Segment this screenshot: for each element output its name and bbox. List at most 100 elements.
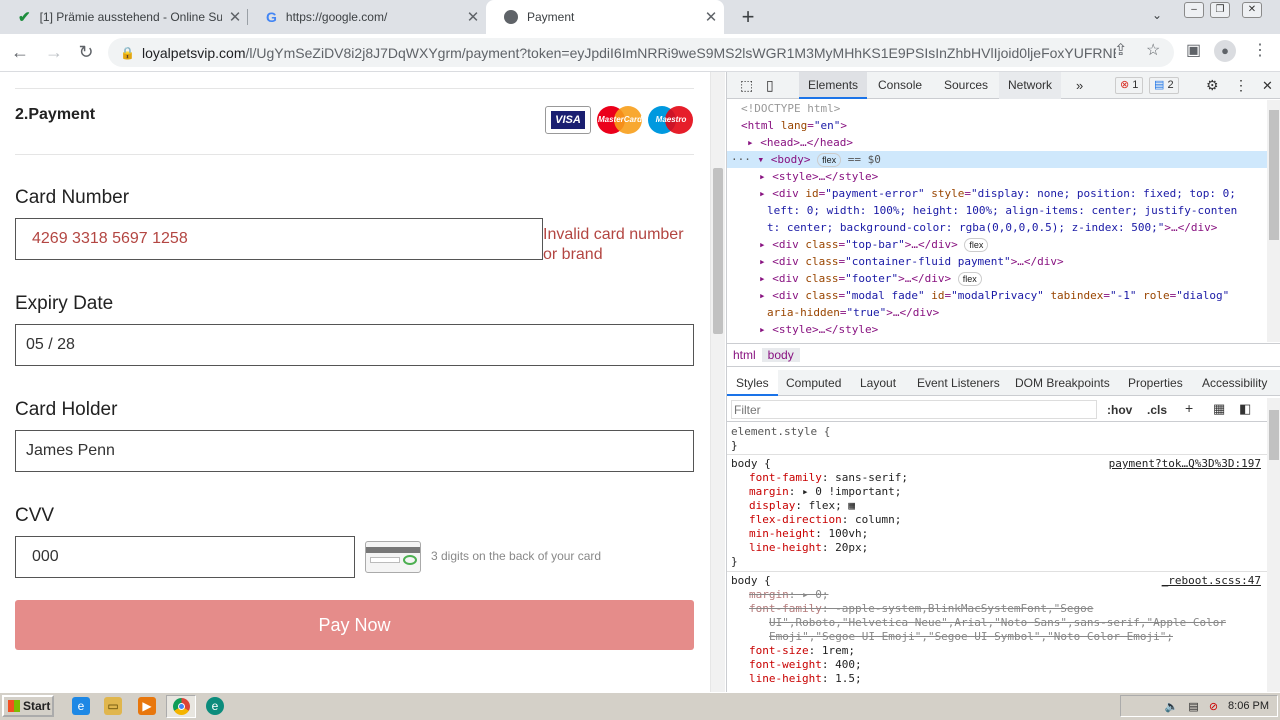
close-icon[interactable]: ✕	[698, 8, 724, 26]
share-icon[interactable]: ⇪	[1114, 40, 1127, 60]
restore-icon[interactable]: ❐	[1210, 2, 1230, 18]
reload-icon[interactable]: ↻	[72, 38, 100, 66]
tab-google[interactable]: G https://google.com/ ✕	[248, 0, 486, 34]
tab-properties[interactable]: Properties	[1119, 370, 1192, 396]
dom-line[interactable]: ▸ <head>…</head>	[727, 134, 1267, 151]
system-tray: 🔈 ▤ ⊘ 8:06 PM	[1120, 695, 1278, 717]
cvv-input[interactable]: 000	[15, 536, 355, 578]
dom-line[interactable]: ▸ <div class="footer">…</div> flex	[727, 270, 1267, 287]
pay-now-button[interactable]: Pay Now	[15, 600, 694, 650]
security-icon[interactable]: ⊘	[1209, 700, 1218, 713]
dom-line[interactable]: ▸ <div class="modal fade" id="modalPriva…	[727, 287, 1267, 304]
page-scrollbar[interactable]	[710, 72, 725, 692]
folder-icon[interactable]: ▭	[104, 697, 122, 715]
cvv-hint: 3 digits on the back of your card	[431, 549, 602, 563]
tab-payment[interactable]: Payment ✕	[486, 0, 724, 34]
dom-line[interactable]: ▸ <div class="container-fluid payment">……	[727, 253, 1267, 270]
network-icon[interactable]: ▤	[1188, 700, 1198, 713]
volume-icon[interactable]: 🔈	[1165, 700, 1179, 713]
dom-line[interactable]: ▸ <style>…</style>	[727, 168, 1267, 185]
toggle-sidebar-icon[interactable]: ◧	[1239, 401, 1251, 417]
close-devtools-icon[interactable]: ✕	[1253, 72, 1280, 99]
tab-layout[interactable]: Layout	[851, 370, 905, 396]
expiry-date-input[interactable]: 05 / 28	[15, 324, 694, 366]
device-toolbar-icon[interactable]: ▯	[757, 72, 783, 99]
tab-network[interactable]: Network	[999, 72, 1062, 99]
new-tab-icon[interactable]: +	[737, 4, 759, 30]
message-icon: ▤	[1154, 79, 1165, 91]
tab-accessibility[interactable]: Accessibility	[1193, 370, 1276, 396]
bookmark-star-icon[interactable]: ☆	[1146, 40, 1160, 60]
maestro-label: Maestro	[655, 115, 687, 124]
styles-pane: element.style { } payment?tok…Q%3D%3D:19…	[727, 423, 1267, 693]
rule-body-inline: payment?tok…Q%3D%3D:197 body { font-fami…	[727, 455, 1267, 572]
dom-scrollbar[interactable]	[1267, 100, 1280, 342]
minimize-icon[interactable]: –	[1184, 2, 1204, 18]
rule-source-link[interactable]: payment?tok…Q%3D%3D:197	[1109, 457, 1261, 471]
more-tabs-icon[interactable]: »	[1067, 72, 1092, 99]
google-icon: G	[266, 9, 277, 25]
dom-line[interactable]: ▸ <style>…</style>	[727, 321, 1267, 338]
menu-icon[interactable]: ⋮	[1252, 40, 1268, 60]
scrollbar-thumb[interactable]	[713, 168, 723, 334]
rule-element-style: element.style { }	[727, 423, 1267, 455]
hov-toggle[interactable]: :hov	[1107, 403, 1132, 417]
tab-title: https://google.com/	[285, 10, 388, 24]
tab-computed[interactable]: Computed	[777, 370, 850, 396]
error-count[interactable]: ⊗ 1	[1115, 77, 1144, 94]
tab-console[interactable]: Console	[869, 72, 931, 99]
dom-line[interactable]: <!DOCTYPE html>	[727, 100, 1267, 117]
message-count[interactable]: ▤ 2	[1149, 77, 1179, 94]
ie-icon[interactable]: e	[72, 697, 90, 715]
settings-gear-icon[interactable]: ⚙	[1197, 72, 1228, 99]
mastercard-icon: MasterCard	[597, 106, 643, 134]
card-number-input[interactable]: 4269 3318 5697 1258	[15, 218, 543, 260]
dom-line[interactable]: ▸ <div id="payment-error" style="display…	[727, 185, 1267, 202]
cls-toggle[interactable]: .cls	[1147, 403, 1167, 417]
breadcrumb-html[interactable]: html	[727, 348, 762, 362]
card-holder-label: Card Holder	[15, 399, 118, 420]
add-rule-icon[interactable]: +	[1185, 400, 1193, 416]
visa-label: VISA	[551, 111, 585, 129]
styles-scrollbar[interactable]	[1267, 398, 1280, 692]
tab-survey[interactable]: ✔ [1] Prämie ausstehend - Online Surv ✕	[0, 0, 248, 34]
close-icon[interactable]: ✕	[222, 8, 248, 26]
styles-filter-input[interactable]	[731, 400, 1097, 419]
tab-event-listeners[interactable]: Event Listeners	[908, 370, 1009, 396]
url-path: /l/UgYmSeZiDV8i2j8J7DqWXYgrm/payment?tok…	[245, 44, 1117, 61]
chrome-icon	[173, 698, 190, 715]
rule-source-link[interactable]: _reboot.scss:47	[1162, 574, 1261, 588]
tab-dom-breakpoints[interactable]: DOM Breakpoints	[1006, 370, 1119, 396]
card-number-error: Invalid card number or brand	[543, 226, 684, 263]
back-icon[interactable]: ←	[6, 38, 34, 66]
dom-line: left: 0; width: 100%; height: 100%; alig…	[767, 204, 1238, 217]
lock-icon: 🔒	[120, 45, 135, 60]
profile-avatar-icon[interactable]: ●	[1214, 40, 1236, 62]
globe-icon	[504, 10, 518, 24]
edge-icon[interactable]: e	[206, 697, 224, 715]
computed-styles-icon[interactable]: ▦	[1213, 401, 1225, 417]
forward-icon[interactable]: →	[40, 38, 68, 66]
dom-line: t: center; background-color: rgba(0,0,0,…	[767, 221, 1218, 234]
card-holder-input[interactable]: James Penn	[15, 430, 694, 472]
close-icon[interactable]: ✕	[460, 8, 486, 26]
rule-selector: element.style {	[731, 425, 831, 438]
address-bar[interactable]: 🔒 loyalpetsvip.com/l/UgYmSeZiDV8i2j8J7Dq…	[108, 38, 1174, 67]
maestro-icon: Maestro	[648, 106, 694, 134]
tab-elements[interactable]: Elements	[799, 72, 868, 99]
close-window-icon[interactable]: ✕	[1242, 2, 1262, 18]
clock[interactable]: 8:06 PM	[1228, 700, 1269, 712]
dom-line[interactable]: <html lang="en">	[727, 117, 1267, 134]
tab-sources[interactable]: Sources	[935, 72, 997, 99]
dom-line-selected[interactable]: ··· ▾ <body> flex == $0	[727, 151, 1267, 168]
card-back-icon	[365, 541, 421, 573]
side-panel-icon[interactable]: ▣	[1186, 40, 1201, 60]
chrome-taskbar-button[interactable]	[166, 695, 196, 718]
start-button[interactable]: Start	[2, 695, 54, 717]
media-player-icon[interactable]: ▶	[138, 697, 156, 715]
tab-search-icon[interactable]: ⌄	[1152, 8, 1162, 22]
breadcrumb-body[interactable]: body	[761, 348, 800, 362]
tab-styles[interactable]: Styles	[727, 370, 778, 396]
dom-line[interactable]: ▸ <div class="top-bar">…</div> flex	[727, 236, 1267, 253]
styles-filter-bar: :hov .cls + ▦ ◧	[727, 398, 1280, 422]
